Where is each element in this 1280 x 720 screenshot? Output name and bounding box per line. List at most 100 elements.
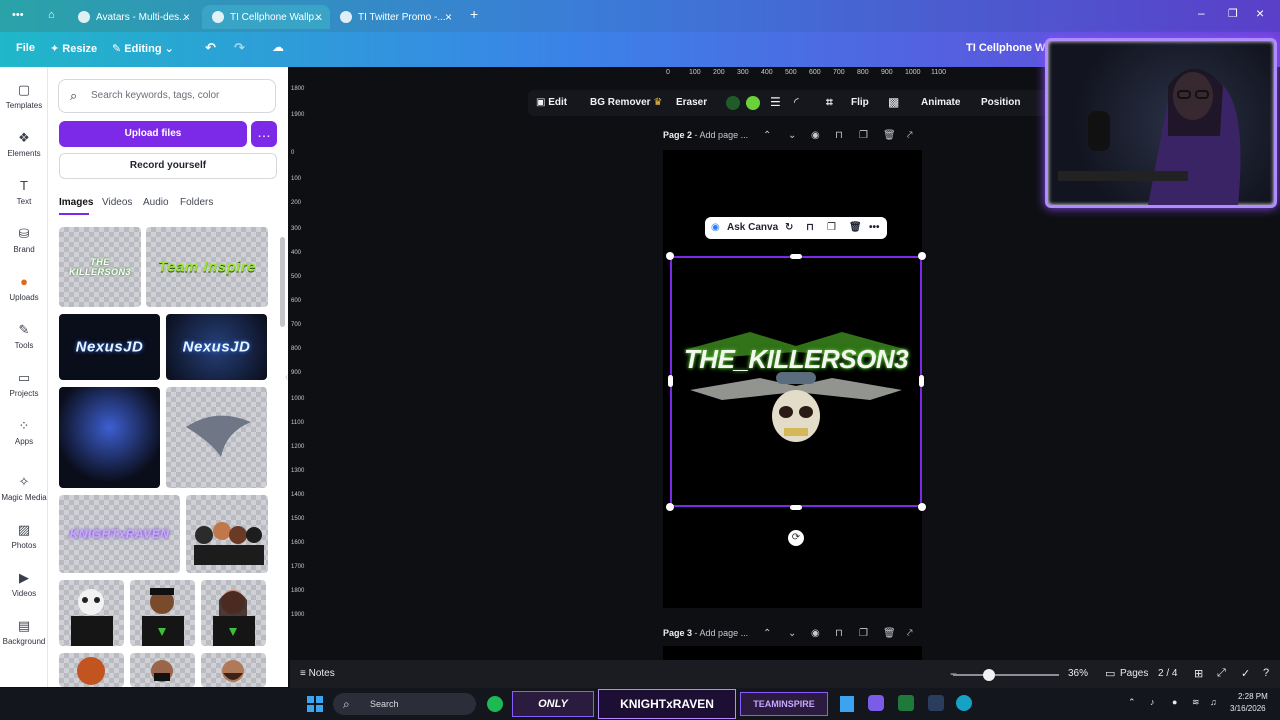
search-input[interactable]: ⌕ Search keywords, tags, color <box>58 79 276 113</box>
zoom-level[interactable]: 36% <box>1068 668 1088 679</box>
chevron-up-icon[interactable]: ⌃ <box>763 130 771 141</box>
upload-thumb-panda[interactable] <box>59 580 124 646</box>
app-icon-notepad[interactable] <box>840 696 854 712</box>
eye-icon[interactable]: ◉ <box>811 130 820 141</box>
rail-uploads[interactable]: ● Uploads <box>0 275 48 303</box>
close-tab-icon[interactable]: × <box>445 10 452 24</box>
upload-thumb-bearded[interactable] <box>201 653 266 687</box>
upload-files-button[interactable]: Upload files <box>59 121 247 147</box>
add-page-icon[interactable]: ⤤ <box>907 130 913 141</box>
more-options-icon[interactable]: … <box>251 121 277 147</box>
panel-scrollbar[interactable] <box>280 237 285 327</box>
color-swatch-green[interactable] <box>746 96 760 110</box>
upload-thumb-wolf-avatar[interactable] <box>59 387 160 488</box>
rail-text[interactable]: T Text <box>0 179 48 207</box>
collapse-panel-icon[interactable]: ‹ <box>285 372 288 383</box>
help-icon[interactable]: ? <box>1263 667 1269 679</box>
add-page-icon[interactable]: ⤤ <box>907 628 913 639</box>
upload-thumb-person-mask[interactable] <box>130 653 195 687</box>
app-icon-excel[interactable] <box>898 695 914 711</box>
upload-thumb-knightxraven[interactable]: KNIGHTxRAVEN <box>59 495 180 573</box>
wifi-icon[interactable]: ≋ <box>1192 697 1200 708</box>
color-swatch-dark-green[interactable] <box>726 96 740 110</box>
rotate-handle-icon[interactable]: ⟳ <box>788 530 804 546</box>
volume-icon[interactable]: ♫ <box>1210 697 1217 707</box>
trash-icon[interactable]: 🗑 <box>883 130 896 141</box>
rail-brand[interactable]: ⛁ Brand <box>0 227 48 255</box>
spotify-icon[interactable] <box>487 696 503 712</box>
taskbar-knightxraven-logo[interactable]: KNIGHTxRAVEN <box>598 689 736 719</box>
corner-rounding-icon[interactable]: ◜ <box>794 95 799 109</box>
resize-handle-bottom[interactable] <box>790 505 802 510</box>
minimize-icon[interactable]: – <box>1198 6 1205 20</box>
eraser-button[interactable]: Eraser <box>676 97 707 108</box>
tab-menu-icon[interactable]: ••• <box>12 9 24 21</box>
line-weight-icon[interactable]: ☰ <box>770 95 781 109</box>
page-title-placeholder[interactable]: - Add page ... <box>695 130 749 140</box>
upload-thumb-redhead[interactable] <box>59 653 124 687</box>
flip-button[interactable]: Flip <box>851 97 869 108</box>
resize-button[interactable]: ✦ Resize <box>50 42 97 55</box>
windows-start-icon[interactable] <box>307 696 323 712</box>
microphone-icon[interactable]: ● <box>1172 697 1177 707</box>
chevron-up-icon[interactable]: ⌃ <box>763 628 771 639</box>
new-tab-icon[interactable]: + <box>470 6 478 22</box>
rail-templates[interactable]: ▢ Templates <box>0 83 48 111</box>
resize-handle-br[interactable] <box>918 503 926 511</box>
zoom-slider-handle[interactable] <box>983 669 995 681</box>
rail-projects[interactable]: ▭ Projects <box>0 371 48 399</box>
grid-view-icon[interactable]: ⊞ <box>1194 667 1203 680</box>
taskbar-teaminspire-logo[interactable]: TEAMINSPIRE <box>740 692 828 716</box>
animate-button[interactable]: Animate <box>921 97 960 108</box>
tab-videos[interactable]: Videos <box>102 197 132 208</box>
close-tab-icon[interactable]: × <box>183 10 190 24</box>
position-button[interactable]: Position <box>981 97 1020 108</box>
duplicate-icon[interactable]: ❐ <box>859 628 868 639</box>
upload-thumb-team-inspire[interactable]: Team Inspire <box>146 227 268 307</box>
workspace-icon[interactable]: ⌂ <box>48 9 55 21</box>
close-window-icon[interactable]: × <box>1256 5 1264 21</box>
rail-tools[interactable]: ✎ Tools <box>0 323 48 351</box>
notes-button[interactable]: ≡ Notes <box>300 668 335 679</box>
edit-image-button[interactable]: ▣ Edit <box>536 97 567 108</box>
chevron-down-icon[interactable]: ⌄ <box>788 130 796 141</box>
upload-thumb-nexusjd[interactable]: NexusJD <box>59 314 160 380</box>
taskbar-only-logo[interactable]: ONLY <box>512 691 594 717</box>
more-icon[interactable]: ••• <box>869 222 880 233</box>
clock-date[interactable]: 3/16/2026 <box>1230 704 1266 713</box>
tab-folders[interactable]: Folders <box>180 197 213 208</box>
resize-handle-tr[interactable] <box>918 252 926 260</box>
document-title[interactable]: TI Cellphone Wall <box>966 42 1057 54</box>
crop-icon[interactable]: ⌗ <box>826 95 833 110</box>
ask-canva-button[interactable]: Ask Canva <box>727 222 778 233</box>
pages-button[interactable]: Pages <box>1120 668 1148 679</box>
page-3-canvas[interactable] <box>663 646 922 660</box>
tab-audio[interactable]: Audio <box>143 197 169 208</box>
chevron-up-icon[interactable]: ⌃ <box>1128 697 1136 708</box>
duplicate-icon[interactable]: ❐ <box>827 222 836 233</box>
app-icon-steam[interactable] <box>928 695 944 711</box>
app-icon-purple[interactable] <box>868 695 884 711</box>
bg-remover-button[interactable]: BG Remover ♛ <box>590 97 662 108</box>
rail-photos[interactable]: ▨ Photos <box>0 523 48 551</box>
lock-icon[interactable]: ⊓ <box>835 628 843 639</box>
fullscreen-icon[interactable]: ⤢ <box>1217 667 1226 680</box>
taskbar-search[interactable]: ⌕ Search <box>333 693 476 715</box>
redo-icon[interactable]: ↷ <box>234 40 245 56</box>
record-yourself-button[interactable]: Record yourself <box>59 153 277 179</box>
rail-videos[interactable]: ▶ Videos <box>0 571 48 599</box>
trash-icon[interactable]: 🗑 <box>883 628 896 639</box>
browser-tab-cellphone[interactable]: TI Cellphone Wallp... × <box>202 5 330 29</box>
refresh-icon[interactable]: ↻ <box>785 222 793 233</box>
clock-time[interactable]: 2:28 PM <box>1238 692 1268 701</box>
resize-handle-tl[interactable] <box>666 252 674 260</box>
tab-images[interactable]: Images <box>59 197 93 208</box>
lock-icon[interactable]: ⊓ <box>835 130 843 141</box>
editing-mode-button[interactable]: ✎ Editing ⌄ <box>112 42 174 55</box>
trash-icon[interactable]: 🗑 <box>849 222 862 233</box>
upload-thumb-killerson[interactable]: THE KILLERSON3 <box>59 227 141 307</box>
zoom-slider[interactable] <box>953 674 1059 676</box>
maximize-icon[interactable]: ❐ <box>1228 7 1238 20</box>
rail-elements[interactable]: ❖ Elements <box>0 131 48 159</box>
eye-icon[interactable]: ◉ <box>811 628 820 639</box>
